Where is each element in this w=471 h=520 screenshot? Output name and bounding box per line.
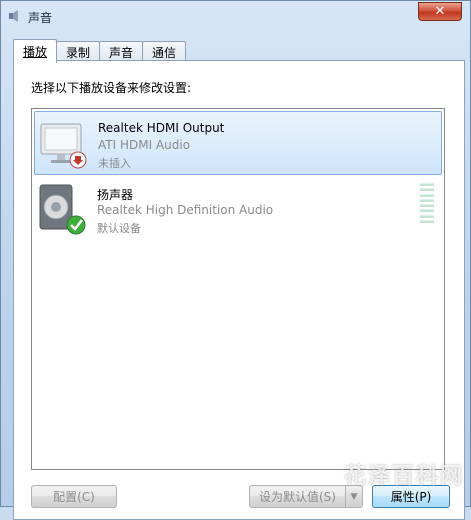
device-list[interactable]: Realtek HDMI Output ATI HDMI Audio 未插入 扬… xyxy=(31,108,445,470)
device-status: 默认设备 xyxy=(97,222,141,235)
sound-dialog: 声音 ✕ 播放 录制 声音 通信 选择以下播放设备来修改设置: Realtek … xyxy=(0,0,471,520)
default-check-icon xyxy=(66,215,86,235)
device-name: 扬声器 xyxy=(97,188,134,202)
device-name: Realtek HDMI Output xyxy=(98,121,225,135)
playback-panel: 选择以下播放设备来修改设置: Realtek HDMI Output ATI H… xyxy=(13,60,465,520)
speaker-icon xyxy=(39,184,86,235)
speaker-icon xyxy=(9,10,18,22)
unplugged-down-arrow-icon xyxy=(69,151,87,169)
chevron-down-icon: ▼ xyxy=(350,491,358,502)
close-icon: ✕ xyxy=(434,4,446,19)
configure-button[interactable]: 配置(C) xyxy=(31,485,117,508)
tab-sounds[interactable]: 声音 xyxy=(99,41,144,62)
device-speakers[interactable]: 扬声器 Realtek High Definition Audio 默认设备 xyxy=(34,177,442,241)
window-title: 声音 xyxy=(28,11,53,25)
device-status: 未插入 xyxy=(98,157,131,170)
device-hdmi-output[interactable]: Realtek HDMI Output ATI HDMI Audio 未插入 xyxy=(34,111,442,175)
title-bar[interactable]: 声音 ✕ xyxy=(1,1,470,31)
device-driver: ATI HDMI Audio xyxy=(98,138,191,152)
tab-communications[interactable]: 通信 xyxy=(142,41,187,62)
tab-playback[interactable]: 播放 xyxy=(13,39,58,63)
volume-level-meter xyxy=(420,183,434,223)
monitor-icon xyxy=(40,123,87,169)
tab-strip: 播放 录制 声音 通信 xyxy=(13,39,187,63)
close-button[interactable]: ✕ xyxy=(418,2,462,21)
set-default-button[interactable]: 设为默认值(S) xyxy=(249,485,346,508)
watermark: 花泽百科网 xyxy=(343,463,464,489)
instruction-text: 选择以下播放设备来修改设置: xyxy=(31,81,192,95)
device-driver: Realtek High Definition Audio xyxy=(97,203,274,217)
tab-recording[interactable]: 录制 xyxy=(56,41,101,62)
